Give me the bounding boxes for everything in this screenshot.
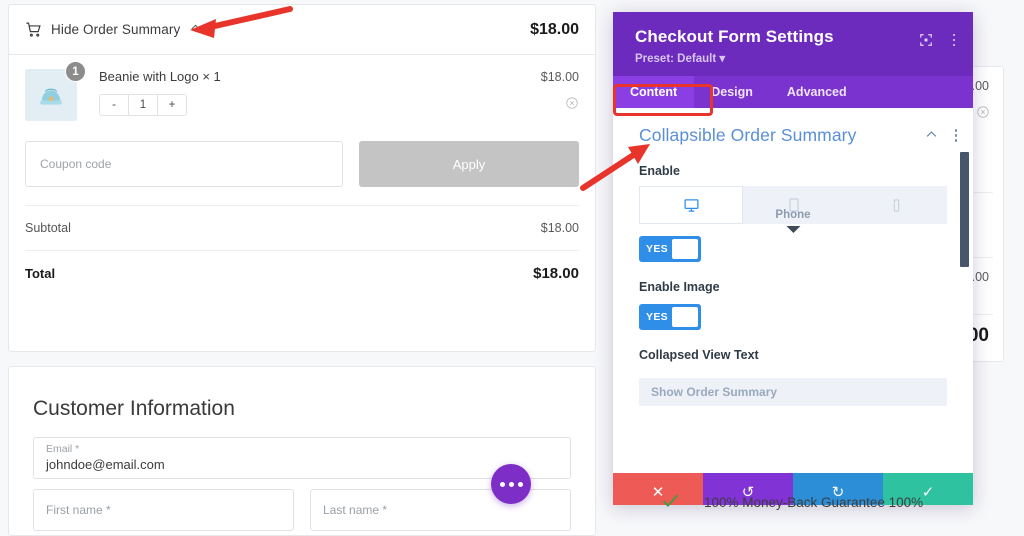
device-selector: Phone: [639, 186, 947, 233]
dot: [499, 481, 505, 487]
panel-header: Checkout Form Settings Preset: Default ▾: [613, 12, 973, 76]
name-row: First name * Last name *: [33, 489, 571, 531]
order-item-details: Beanie with Logo × 1 - 1 +: [99, 69, 541, 116]
kebab-menu-icon[interactable]: [954, 129, 957, 142]
product-price: $18.00: [540, 70, 579, 84]
enable-toggle-label: YES: [646, 243, 668, 255]
total-label: Total: [25, 265, 56, 281]
enable-image-toggle[interactable]: YES: [639, 304, 701, 330]
collapsed-view-text-input[interactable]: Show Order Summary: [639, 378, 947, 406]
checkout-form-settings-panel: Checkout Form Settings Preset: Default ▾…: [613, 12, 973, 505]
order-total-amount: $18.00: [530, 20, 579, 38]
checkout-preview: Hide Order Summary $18.00 1 Beanie with …: [0, 0, 620, 536]
tooltip-caret-icon: [785, 226, 800, 233]
quantity-decrease-button[interactable]: -: [100, 94, 128, 115]
email-field-label: Email *: [46, 443, 80, 455]
phone-icon: [889, 198, 904, 213]
dot: [508, 481, 514, 487]
dot: [952, 43, 955, 47]
remove-circle-icon[interactable]: [541, 96, 579, 110]
order-summary-header[interactable]: Hide Order Summary $18.00: [9, 5, 595, 55]
screen-root: Hide Order Summary $18.00 1 Beanie with …: [0, 0, 1024, 536]
quantity-stepper[interactable]: - 1 +: [99, 93, 187, 116]
first-name-field[interactable]: First name *: [33, 489, 294, 531]
device-tab-desktop[interactable]: [639, 186, 743, 224]
email-field[interactable]: Email * johndoe@email.com: [33, 437, 571, 479]
order-line-item: 1 Beanie with Logo × 1 - 1 + $18.00: [9, 55, 595, 131]
more-options-icon[interactable]: [491, 464, 531, 504]
dot: [517, 481, 523, 487]
panel-tabs: Content Design Advanced: [613, 76, 973, 108]
apply-coupon-button[interactable]: Apply: [359, 141, 579, 187]
desktop-icon: [683, 197, 700, 214]
quantity-increase-button[interactable]: +: [157, 94, 186, 115]
money-back-guarantee: 100% Money-Back Guarantee 100%: [660, 490, 923, 515]
chevron-up-icon[interactable]: [924, 127, 939, 145]
kebab-menu-icon[interactable]: [952, 33, 955, 47]
quantity-badge: 1: [65, 61, 86, 82]
dot: [952, 33, 955, 37]
panel-body: Collapsible Order Summary Enable Phone Y…: [613, 108, 973, 473]
coupon-code-input[interactable]: Coupon code: [25, 141, 343, 187]
panel-title: Checkout Form Settings: [635, 27, 834, 46]
tab-content[interactable]: Content: [613, 76, 695, 108]
product-thumbnail-wrap: 1: [25, 61, 86, 121]
subtotal-label: Subtotal: [25, 221, 71, 235]
order-item-right: $18.00: [541, 69, 579, 110]
toggle-knob: [672, 307, 698, 327]
expand-frame-icon[interactable]: [919, 33, 933, 47]
tab-advanced[interactable]: Advanced: [770, 76, 864, 108]
customer-information-card: Customer Information Email * johndoe@ema…: [8, 366, 596, 536]
shopping-cart-icon: [25, 21, 42, 38]
chevron-up-icon: [189, 21, 202, 39]
hide-order-summary-label: Hide Order Summary: [51, 22, 181, 37]
dot: [954, 129, 957, 132]
order-summary-card: Hide Order Summary $18.00 1 Beanie with …: [8, 4, 596, 352]
enable-toggle[interactable]: YES: [639, 236, 701, 262]
device-tooltip-label: Phone: [775, 209, 811, 221]
collapsed-view-text-label: Collapsed View Text: [639, 348, 759, 362]
check-mark-icon: [660, 490, 681, 515]
last-name-field[interactable]: Last name *: [310, 489, 571, 531]
preset-selector[interactable]: Preset: Default ▾: [635, 51, 953, 65]
enable-image-label: Enable Image: [639, 280, 720, 294]
page-title: Customer Information: [33, 397, 235, 420]
guarantee-text: 100% Money-Back Guarantee 100%: [704, 495, 924, 510]
email-field-value: johndoe@email.com: [46, 457, 165, 472]
dot: [952, 38, 955, 42]
toggle-knob: [672, 239, 698, 259]
product-name: Beanie with Logo × 1: [99, 69, 221, 84]
device-tooltip: Phone: [775, 209, 811, 233]
section-header-collapsible-order-summary[interactable]: Collapsible Order Summary: [613, 108, 973, 146]
total-row: Total $18.00: [25, 251, 579, 295]
dot: [954, 134, 957, 137]
total-value: $18.00: [533, 264, 579, 282]
dot: [954, 139, 957, 142]
enable-image-toggle-label: YES: [646, 311, 668, 323]
quantity-value[interactable]: 1: [128, 94, 157, 115]
section-title: Collapsible Order Summary: [639, 125, 857, 145]
remove-circle-icon[interactable]: [976, 105, 990, 124]
enable-label: Enable: [639, 164, 680, 178]
coupon-row: Coupon code Apply: [9, 131, 595, 187]
vertical-scrollbar[interactable]: [960, 152, 969, 267]
subtotal-row: Subtotal $18.00: [25, 206, 579, 250]
subtotal-value: $18.00: [540, 221, 579, 235]
device-tab-phone[interactable]: [845, 186, 947, 224]
panel-header-icons: [919, 33, 955, 47]
section-tools: [924, 127, 957, 145]
order-totals: Subtotal $18.00 Total $18.00: [9, 205, 595, 295]
tab-design[interactable]: Design: [694, 76, 770, 108]
